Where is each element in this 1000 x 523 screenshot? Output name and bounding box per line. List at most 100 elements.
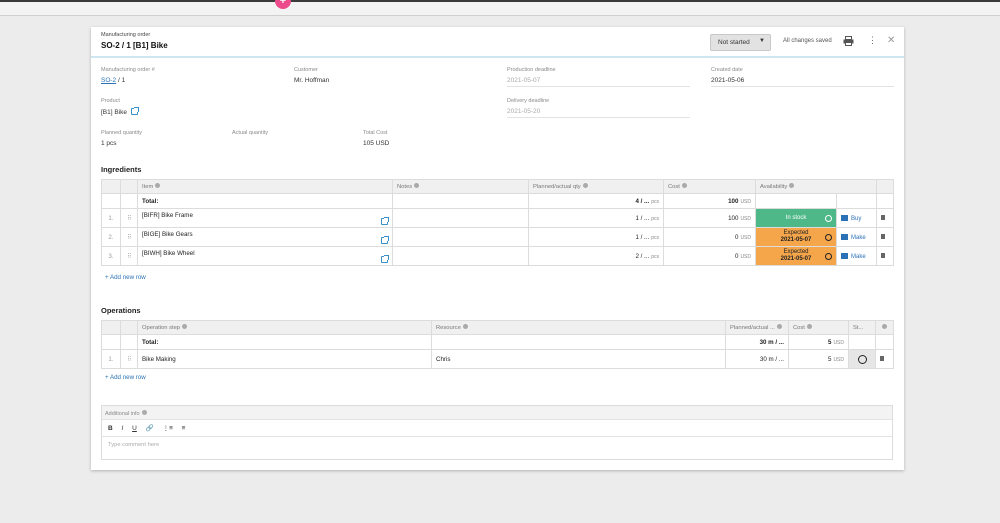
info-icon <box>462 324 468 329</box>
planned-quantity-label: Planned quantity <box>101 130 142 136</box>
operation-step-cell[interactable]: Bike Making <box>137 349 432 369</box>
table-row[interactable]: 2. ⠿ [BIGE] Bike Gears 1 / ... pcs 0 USD E… <box>101 227 894 247</box>
planned-quantity-field: Planned quantity 1 pcs <box>101 130 142 147</box>
delete-button[interactable] <box>875 349 894 369</box>
drag-handle-icon[interactable]: ⠿ <box>120 208 138 228</box>
close-icon[interactable]: ✕ <box>887 36 895 46</box>
product-label: Product <box>101 98 120 104</box>
item-cell[interactable]: [BIGE] Bike Gears <box>137 227 393 247</box>
column-header-status[interactable]: St... <box>848 320 876 335</box>
delete-button[interactable] <box>876 246 894 266</box>
cost-cell[interactable]: 0 USD <box>663 227 756 247</box>
product-value[interactable]: [B1] Bike <box>101 109 127 116</box>
link-button[interactable]: 🔗 <box>146 425 154 432</box>
external-link-icon[interactable] <box>131 107 140 115</box>
availability-badge[interactable]: Expected 2021-05-07 <box>755 227 837 247</box>
total-label: Total: <box>137 193 393 209</box>
table-row[interactable]: 1. ⠿ [BIFR] Bike Frame 1 / ... pcs 100 USD… <box>101 208 894 228</box>
created-date-field[interactable]: Created date 2021-05-06 <box>711 67 894 87</box>
delivery-deadline-label: Delivery deadline <box>507 98 550 104</box>
status-dropdown[interactable]: Not started ▼ <box>710 34 771 51</box>
drag-handle-icon[interactable]: ⠿ <box>120 246 138 266</box>
operations-title: Operations <box>101 306 141 315</box>
availability-badge[interactable]: Expected 2021-05-07 <box>755 246 837 266</box>
mo-number-label: Manufacturing order # <box>101 67 155 73</box>
table-row[interactable]: 3. ⠿ [BIWH] Bike Wheel 2 / ... pcs 0 USD E… <box>101 246 894 266</box>
resource-cell[interactable]: Chris <box>431 349 726 369</box>
actual-quantity-field: Actual quantity <box>232 130 268 147</box>
customer-value[interactable]: Mr. Hoffman <box>294 77 329 84</box>
make-button[interactable]: Make <box>836 227 877 247</box>
column-header-resource[interactable]: Resource <box>431 320 726 335</box>
table-row[interactable]: 1. ⠿ Bike Making Chris 30 m / ... 5 USD <box>101 349 894 369</box>
column-header-availability[interactable]: Availability <box>755 179 877 194</box>
cost-cell[interactable]: 100 USD <box>663 208 756 228</box>
italic-button[interactable]: I <box>122 425 124 432</box>
manufacturing-order-card: Manufacturing order SO-2 / 1 [B1] Bike N… <box>91 27 904 470</box>
delete-button[interactable] <box>876 227 894 247</box>
time-cell[interactable]: 30 m / ... <box>725 349 789 369</box>
ingredients-total-row: Total: 4 / ... pcs 100 USD <box>101 193 894 209</box>
actual-quantity-value[interactable] <box>232 140 268 147</box>
column-header-cost[interactable]: Cost <box>663 179 756 194</box>
column-header-cost[interactable]: Cost <box>788 320 849 335</box>
more-options-icon[interactable]: ⋮ <box>868 35 877 45</box>
column-header-planned-time[interactable]: Planned/actual ... <box>725 320 789 335</box>
mo-link[interactable]: SO-2 <box>101 77 116 84</box>
ordered-list-button[interactable]: ⋮≡ <box>163 425 173 432</box>
drag-handle-icon[interactable]: ⠿ <box>120 349 138 369</box>
notes-cell[interactable] <box>392 246 529 266</box>
add-icon[interactable]: + <box>275 0 291 9</box>
cost-cell[interactable]: 5 USD <box>788 349 849 369</box>
buy-button[interactable]: Buy <box>836 208 877 228</box>
column-header-planned-qty[interactable]: Planned/actual qty <box>528 179 664 194</box>
clock-icon <box>825 234 832 241</box>
cost-cell[interactable]: 0 USD <box>663 246 756 266</box>
info-icon <box>776 324 782 329</box>
planned-quantity-value[interactable]: 1 pcs <box>101 140 142 147</box>
column-header-notes[interactable]: Notes <box>392 179 529 194</box>
trash-icon <box>881 214 885 220</box>
status-label: Not started <box>718 39 750 46</box>
column-header-item[interactable]: Item <box>137 179 393 194</box>
editor-toolbar: B I U 🔗 ⋮≡ ≡ <box>102 420 892 437</box>
order-header: Manufacturing order SO-2 / 1 [B1] Bike N… <box>91 27 904 58</box>
bullet-list-button[interactable]: ≡ <box>182 425 186 432</box>
drag-handle-icon[interactable]: ⠿ <box>120 227 138 247</box>
status-toggle[interactable] <box>848 349 876 369</box>
delivery-deadline-field[interactable]: Delivery deadline 2021-05-20 <box>507 98 690 118</box>
print-icon[interactable] <box>843 36 854 46</box>
total-cost: 100 USD <box>663 193 756 209</box>
chevron-down-icon: ▼ <box>759 38 765 44</box>
column-header-operation-step[interactable]: Operation step <box>137 320 432 335</box>
availability-badge[interactable]: In stock <box>755 208 837 228</box>
qty-cell[interactable]: 1 / ... pcs <box>528 208 664 228</box>
underline-button[interactable]: U <box>132 425 137 432</box>
delete-button[interactable] <box>876 208 894 228</box>
production-deadline-field[interactable]: Production deadline 2021-05-07 <box>507 67 690 87</box>
info-icon <box>789 183 795 188</box>
add-operation-row-button[interactable]: + Add new row <box>105 374 146 381</box>
customer-field: Customer Mr. Hoffman <box>294 67 329 84</box>
item-cell[interactable]: [BIFR] Bike Frame <box>137 208 393 228</box>
buy-icon <box>841 214 848 221</box>
make-button[interactable]: Make <box>836 246 877 266</box>
bold-button[interactable]: B <box>108 425 113 432</box>
total-cost: 5 USD <box>788 334 849 350</box>
ingredients-table: Item Notes Planned/actual qty Cost Avail… <box>101 179 894 266</box>
total-cost-label: Total Cost <box>363 130 388 136</box>
status-circle-icon <box>857 354 867 364</box>
item-cell[interactable]: [BIWH] Bike Wheel <box>137 246 393 266</box>
trash-icon <box>881 252 885 258</box>
info-icon <box>141 410 147 415</box>
comment-input[interactable]: Type comment here <box>102 437 892 453</box>
add-ingredient-row-button[interactable]: + Add new row <box>105 274 146 281</box>
mo-number-field: Manufacturing order # SO-2 / 1 <box>101 67 155 84</box>
info-icon <box>414 183 420 188</box>
notes-cell[interactable] <box>392 227 529 247</box>
notes-cell[interactable] <box>392 208 529 228</box>
page-title: SO-2 / 1 [B1] Bike <box>101 41 168 50</box>
trash-icon <box>880 355 884 361</box>
qty-cell[interactable]: 1 / ... pcs <box>528 227 664 247</box>
qty-cell[interactable]: 2 / ... pcs <box>528 246 664 266</box>
